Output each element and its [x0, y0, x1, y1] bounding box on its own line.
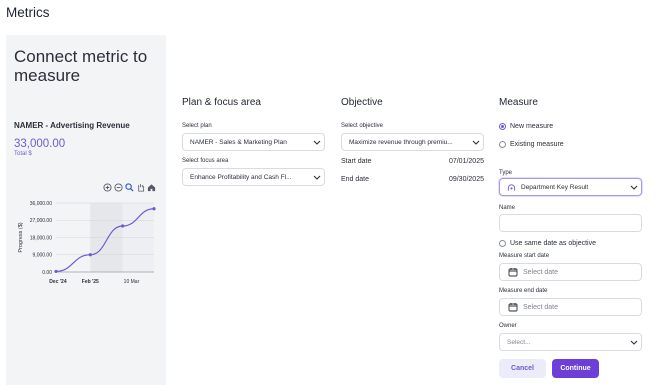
measure-start-label: Measure start date	[499, 253, 550, 259]
focus-area-select[interactable]: Enhance Profitability and Cash Fl...	[182, 168, 325, 186]
type-select[interactable]: Department Key Result	[499, 178, 642, 196]
y-tick-label: 9,000.00	[33, 253, 53, 259]
zoom-in-icon[interactable]	[103, 183, 112, 192]
start-date-value: 07/01/2025	[448, 158, 484, 165]
data-point	[121, 224, 125, 228]
y-tick-label: 0.00	[42, 270, 52, 276]
end-date-value: 09/30/2025	[448, 176, 484, 183]
radio-unselected-icon	[499, 141, 506, 148]
focus-area-select-value: Enhance Profitability and Cash Fl...	[190, 173, 292, 181]
name-input[interactable]	[499, 214, 642, 232]
chart-toolbar	[103, 183, 156, 192]
radio-new-measure-label: New measure	[510, 123, 554, 130]
y-tick-label: 36,000.00	[30, 201, 52, 207]
pan-hand-icon[interactable]	[136, 183, 145, 192]
chevron-down-icon	[310, 175, 324, 180]
measure-end-label: Measure end date	[499, 288, 548, 294]
plan-select[interactable]: NAMER - Sales & Marketing Plan	[182, 133, 325, 151]
y-tick-label: 27,000.00	[30, 218, 52, 224]
chevron-down-icon	[627, 185, 641, 190]
data-point	[54, 269, 58, 274]
measure-start-date-input[interactable]: Select date	[499, 263, 642, 281]
objective-select-value: Maximize revenue through premiu...	[349, 138, 453, 146]
chevron-down-icon	[310, 140, 324, 145]
zoom-out-icon[interactable]	[114, 183, 123, 192]
radio-existing-measure[interactable]: Existing measure	[499, 141, 564, 148]
type-select-value: Department Key Result	[521, 183, 589, 191]
plan-label: Select plan	[182, 123, 212, 129]
data-point	[88, 253, 92, 257]
same-date-checkbox[interactable]: Use same date as objective	[499, 240, 596, 247]
continue-button[interactable]: Continue	[552, 359, 599, 378]
home-icon[interactable]	[147, 183, 156, 192]
type-label: Type	[499, 170, 513, 176]
metric-name: NAMER - Advertising Revenue	[14, 121, 130, 130]
y-axis-label: Progress ($)	[18, 222, 24, 252]
x-tick-label: Dec '24	[49, 279, 67, 285]
x-tick-label: 10 Mar	[124, 279, 140, 285]
same-date-label: Use same date as objective	[510, 240, 596, 247]
objective-heading: Objective	[341, 97, 383, 108]
start-date-label: Start date	[341, 158, 372, 165]
metric-sub-label: Total $	[14, 151, 32, 157]
department-icon	[507, 183, 516, 191]
metric-value: 33,000.00	[14, 138, 66, 150]
objective-select[interactable]: Maximize revenue through premiu...	[341, 133, 484, 151]
owner-select-placeholder: Select...	[507, 338, 531, 346]
owner-label: Owner	[499, 323, 517, 329]
page-title: Metrics	[6, 5, 50, 20]
name-label: Name	[499, 205, 516, 211]
chevron-down-icon	[627, 340, 641, 345]
checkbox-icon	[499, 240, 506, 247]
measure-start-placeholder: Select date	[523, 268, 559, 276]
cancel-button[interactable]: Cancel	[499, 359, 546, 378]
focus-area-label: Select focus area	[182, 158, 229, 164]
magnifier-icon[interactable]	[125, 183, 134, 192]
objective-label: Select objective	[341, 123, 384, 129]
y-tick-label: 18,000.00	[30, 235, 52, 241]
panel-title: Connect metric to measure	[14, 47, 148, 85]
plan-select-value: NAMER - Sales & Marketing Plan	[190, 138, 287, 146]
measure-heading: Measure	[499, 97, 538, 108]
calendar-icon	[508, 268, 518, 277]
plan-heading: Plan & focus area	[182, 97, 261, 108]
progress-chart: 36,000.00 27,000.00 18,000.00 9,000.00 0.00 P…	[18, 201, 156, 285]
owner-select[interactable]: Select...	[499, 333, 642, 351]
data-point	[152, 207, 156, 211]
radio-existing-measure-label: Existing measure	[510, 141, 564, 148]
x-tick-label: Feb '25	[82, 279, 99, 285]
measure-end-date-input[interactable]: Select date	[499, 298, 642, 316]
radio-new-measure[interactable]: New measure	[499, 123, 553, 130]
end-date-label: End date	[341, 176, 370, 183]
measure-end-placeholder: Select date	[523, 303, 559, 311]
calendar-icon	[508, 303, 518, 312]
chevron-down-icon	[469, 140, 483, 145]
radio-selected-icon	[499, 123, 506, 130]
